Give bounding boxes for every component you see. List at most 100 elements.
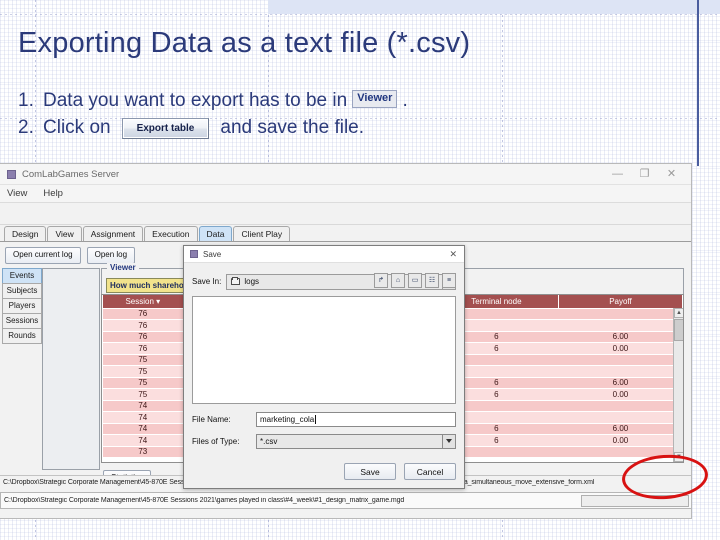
cell-session: 76	[102, 319, 184, 332]
cell-session: 76	[102, 331, 184, 343]
tab-design[interactable]: Design	[4, 225, 47, 241]
open-current-log-button[interactable]: Open current log	[5, 247, 81, 264]
minimize-button[interactable]: —	[604, 164, 631, 185]
sidebar-item-subjects[interactable]: Subjects	[2, 283, 42, 298]
top-accent-band	[268, 0, 720, 14]
cell-session: 74	[102, 400, 184, 412]
column-header-session[interactable]: Session ▾	[102, 295, 184, 309]
close-icon[interactable]: ✕	[449, 249, 457, 260]
save-button[interactable]: Save	[344, 463, 396, 480]
cell-session: 74	[102, 423, 184, 435]
cell-payoff	[558, 354, 683, 366]
sort-indicator-icon: ▾	[156, 296, 161, 306]
bullet-text-before: Click on	[43, 117, 111, 138]
cell-session: 75	[102, 377, 184, 389]
close-button[interactable]: ✕	[658, 164, 685, 185]
tab-client-play[interactable]: Client Play	[233, 225, 291, 241]
cell-payoff: 0.00	[558, 342, 683, 355]
tab-view[interactable]: View	[47, 225, 82, 241]
home-icon[interactable]: ⌂	[391, 273, 405, 288]
sidebar-item-players[interactable]: Players	[2, 298, 42, 313]
cell-payoff	[558, 446, 683, 458]
dialog-title: Save	[203, 249, 222, 259]
cell-session: 75	[102, 388, 184, 401]
cell-session: 76	[102, 308, 184, 320]
sidebar-detail-panel	[42, 268, 100, 470]
sidebar-item-rounds[interactable]: Rounds	[2, 328, 42, 344]
bullet-number: 1.	[18, 90, 34, 111]
window-title: ComLabGames Server	[22, 168, 120, 180]
text-caret	[315, 414, 317, 424]
dialog-button-row: Save Cancel	[344, 463, 456, 480]
export-table-chip: Export table	[121, 117, 210, 139]
right-vertical-rule	[697, 0, 699, 166]
list-view-icon[interactable]: ☷	[425, 273, 439, 288]
dialog-icon	[190, 250, 198, 258]
cell-session: 75	[102, 354, 184, 366]
file-name-input[interactable]: marketing_cola	[256, 411, 456, 427]
table-vertical-scrollbar[interactable]: ▲ ▼	[673, 308, 683, 462]
bullet-item-2: 2. Click on Export table and save the fi…	[18, 117, 364, 139]
bullet-text-after: .	[402, 90, 408, 111]
cell-session: 75	[102, 365, 184, 378]
page-title: Exporting Data as a text file (*.csv)	[18, 27, 471, 59]
cancel-button[interactable]: Cancel	[404, 463, 456, 480]
open-log-button[interactable]: Open log	[86, 247, 136, 264]
files-of-type-value: *.csv	[260, 436, 278, 446]
grid-hline	[0, 14, 720, 15]
bullet-text-after: and save the file.	[220, 117, 365, 138]
save-in-label: Save In:	[192, 277, 222, 286]
file-name-value: marketing_cola	[260, 414, 315, 424]
cell-payoff: 0.00	[558, 434, 683, 447]
cell-payoff	[558, 411, 683, 424]
sidebar-item-events[interactable]: Events	[2, 268, 42, 283]
sidebar-list: Events Subjects Players Sessions Rounds	[2, 268, 42, 344]
tabstrip: Design View Assignment Execution Data Cl…	[0, 225, 691, 242]
dialog-titlebar: Save ✕	[184, 246, 464, 263]
files-of-type-label: Files of Type:	[192, 436, 240, 446]
status-field	[581, 495, 689, 507]
log-button-group: Open current log Open log	[5, 247, 136, 264]
dialog-toolbar: ↱ ⌂ ▭ ☷ ≡	[374, 273, 456, 288]
cell-payoff	[558, 319, 683, 332]
save-dialog: Save ✕ Save In: logs ↱ ⌂ ▭ ☷ ≡ File Name…	[183, 245, 465, 489]
cell-session: 74	[102, 411, 184, 424]
maximize-button[interactable]: ❐	[631, 164, 658, 185]
cell-payoff	[558, 365, 683, 378]
scroll-up-arrow-icon[interactable]: ▲	[674, 308, 683, 318]
menu-item-view[interactable]: View	[4, 187, 30, 200]
bullet-item-1: 1. Data you want to export has to be in …	[18, 90, 408, 112]
details-view-icon[interactable]: ≡	[442, 273, 456, 288]
menu-item-help[interactable]: Help	[40, 187, 66, 200]
cell-payoff: 6.00	[558, 423, 683, 435]
cell-payoff: 6.00	[558, 331, 683, 343]
file-name-row: File Name: marketing_cola	[192, 411, 456, 427]
column-header-payoff[interactable]: Payoff	[557, 295, 683, 309]
tab-execution[interactable]: Execution	[144, 225, 198, 241]
status-path-2: C:\Dropbox\Strategic Corporate Managemen…	[4, 497, 405, 504]
scrollbar-thumb[interactable]	[674, 319, 683, 341]
chevron-down-icon[interactable]	[442, 434, 455, 448]
menubar: View Help	[0, 185, 691, 203]
files-of-type-row: Files of Type: *.csv	[192, 433, 456, 449]
save-in-value: logs	[244, 277, 260, 286]
cell-payoff: 6.00	[558, 377, 683, 389]
tab-assignment[interactable]: Assignment	[82, 225, 144, 241]
bullet-text-before: Data you want to export has to be in	[43, 90, 348, 111]
scroll-down-arrow-icon[interactable]: ▼	[674, 452, 683, 462]
sidebar-item-sessions[interactable]: Sessions	[2, 313, 42, 328]
window-controls: — ❐ ✕	[604, 164, 685, 185]
window-titlebar: ComLabGames Server — ❐ ✕	[0, 164, 691, 185]
cell-payoff: 0.00	[558, 388, 683, 401]
file-list-pane[interactable]	[192, 296, 456, 404]
viewer-chip: Viewer	[352, 90, 398, 108]
tab-data[interactable]: Data	[198, 225, 233, 241]
files-of-type-select[interactable]: *.csv	[256, 433, 456, 449]
file-name-label: File Name:	[192, 414, 231, 424]
bullet-number: 2.	[18, 117, 34, 138]
status-bar-secondary: C:\Dropbox\Strategic Corporate Managemen…	[0, 492, 691, 509]
cell-payoff	[558, 308, 683, 320]
up-one-level-icon[interactable]: ↱	[374, 273, 388, 288]
cell-session: 74	[102, 434, 184, 447]
new-folder-icon[interactable]: ▭	[408, 273, 422, 288]
